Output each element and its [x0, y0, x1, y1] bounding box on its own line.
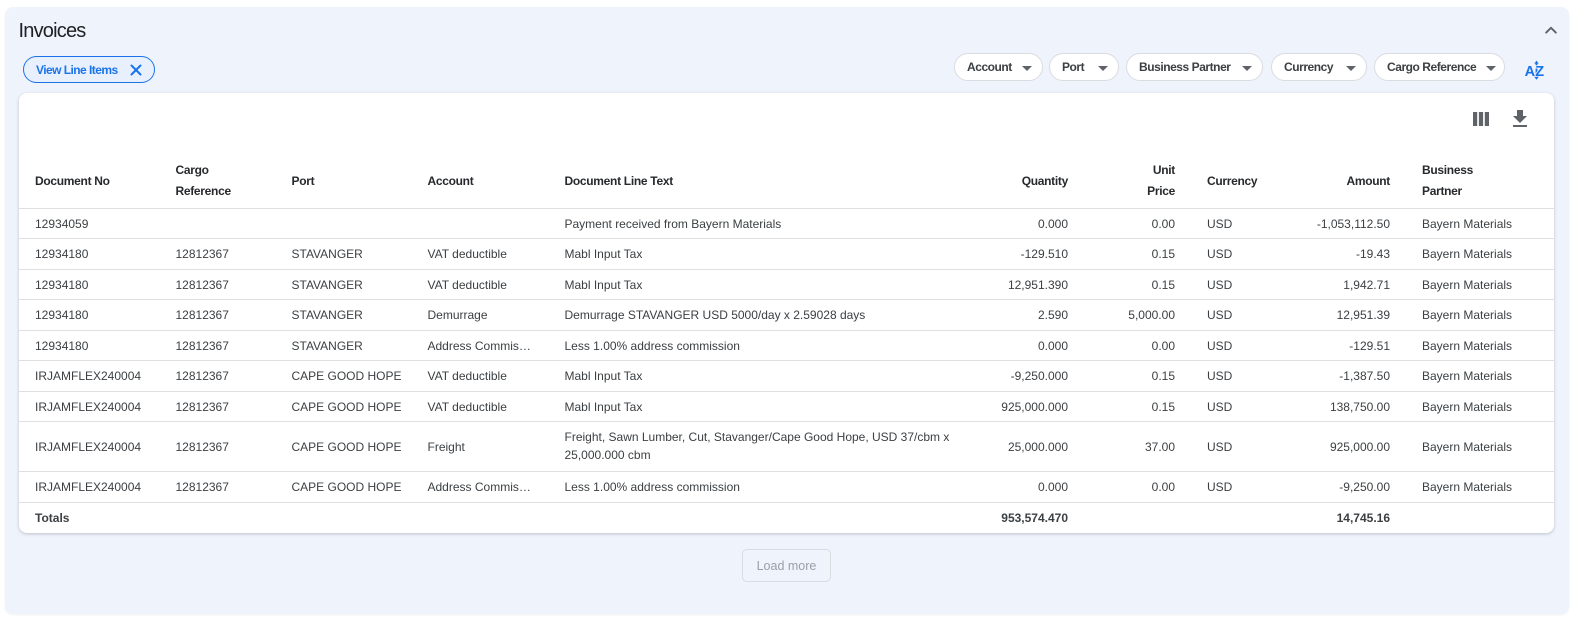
svg-text:A: A — [1525, 64, 1536, 80]
svg-text:Z: Z — [1535, 64, 1544, 80]
